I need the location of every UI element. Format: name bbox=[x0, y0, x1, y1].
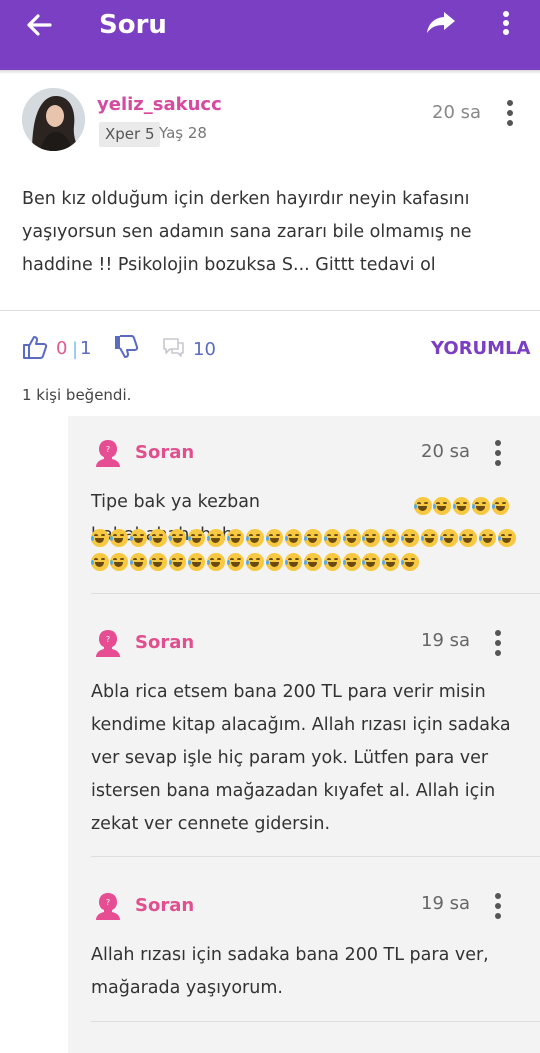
laughing-emoji-icon bbox=[343, 553, 361, 571]
comment-text: Abla rica etsem bana 200 TL para verir m… bbox=[91, 682, 511, 834]
appbar-shadow bbox=[0, 70, 540, 74]
laughing-emoji-icon bbox=[226, 529, 245, 547]
laughing-emoji-icon bbox=[207, 553, 225, 571]
laughing-emoji-icon bbox=[452, 497, 471, 515]
comment-time: 20 sa bbox=[421, 441, 471, 462]
avatar[interactable] bbox=[22, 88, 85, 151]
laughing-emoji-icon bbox=[284, 529, 303, 547]
laughing-emoji-icon bbox=[420, 529, 439, 547]
laughing-emoji-icon bbox=[129, 553, 148, 571]
comment-more-icon[interactable] bbox=[494, 893, 502, 923]
laughing-emoji-icon bbox=[478, 529, 497, 547]
laughing-emoji-icon bbox=[129, 529, 148, 547]
laughing-emoji-icon bbox=[401, 529, 419, 547]
svg-text:?: ? bbox=[106, 445, 110, 454]
laughing-emoji-icon bbox=[168, 553, 187, 571]
app-bar: Soru bbox=[0, 0, 540, 70]
count-separator: | bbox=[72, 339, 79, 360]
avatar-photo bbox=[22, 88, 85, 151]
emoji-row-2 bbox=[91, 529, 516, 549]
thumb-down-icon[interactable] bbox=[113, 334, 139, 360]
laughing-emoji-icon bbox=[472, 497, 490, 515]
laughing-emoji-icon bbox=[226, 553, 245, 571]
comment-text: Allah rızası için sadaka bana 200 TL par… bbox=[91, 945, 489, 998]
laughing-emoji-icon bbox=[362, 529, 380, 547]
question-time: 20 sa bbox=[432, 102, 482, 123]
svg-text:?: ? bbox=[106, 635, 110, 644]
page-title: Soru bbox=[99, 10, 167, 40]
divider bbox=[0, 310, 540, 311]
question-author[interactable]: yeliz_sakucc bbox=[97, 94, 222, 115]
liked-info[interactable]: 1 kişi beğendi. bbox=[22, 386, 131, 404]
like-count: 0 bbox=[56, 338, 68, 359]
laughing-emoji-icon bbox=[304, 529, 322, 547]
comment-author[interactable]: Soran bbox=[135, 442, 194, 463]
laughing-emoji-icon bbox=[187, 553, 206, 571]
reply-button[interactable]: YORUMLA bbox=[431, 338, 530, 359]
laughing-emoji-icon bbox=[491, 497, 510, 515]
anonymous-user-icon: ? bbox=[96, 893, 120, 920]
anonymous-user-icon: ? bbox=[96, 630, 120, 657]
laughing-emoji-icon bbox=[433, 497, 451, 515]
more-vertical-icon[interactable] bbox=[496, 8, 516, 38]
comment-author[interactable]: Soran bbox=[135, 895, 194, 916]
laughing-emoji-icon bbox=[401, 553, 419, 571]
laughing-emoji-icon bbox=[207, 529, 225, 547]
comment-more-icon[interactable] bbox=[494, 630, 502, 660]
laughing-emoji-icon bbox=[110, 529, 128, 547]
comment-time: 19 sa bbox=[421, 630, 471, 651]
author-age: Yaş 28 bbox=[159, 124, 207, 142]
laughing-emoji-icon bbox=[91, 553, 109, 571]
laughing-emoji-icon bbox=[498, 529, 516, 547]
laughing-emoji-icon bbox=[168, 529, 187, 547]
laughing-emoji-icon bbox=[246, 529, 264, 547]
laughing-emoji-icon bbox=[362, 553, 380, 571]
laughing-emoji-icon bbox=[323, 529, 342, 547]
comment-author[interactable]: Soran bbox=[135, 632, 194, 653]
laughing-emoji-icon bbox=[381, 529, 400, 547]
laughing-emoji-icon bbox=[381, 553, 400, 571]
laughing-emoji-icon bbox=[246, 553, 264, 571]
laughing-emoji-icon bbox=[265, 529, 284, 547]
laughing-emoji-icon bbox=[414, 497, 432, 515]
laughing-emoji-icon bbox=[304, 553, 322, 571]
dislike-count: 1 bbox=[80, 338, 92, 359]
laughing-emoji-icon bbox=[149, 529, 167, 547]
comment-icon[interactable] bbox=[160, 336, 186, 360]
laughing-emoji-icon bbox=[323, 553, 342, 571]
back-arrow-icon[interactable] bbox=[22, 8, 56, 42]
laughing-emoji-icon bbox=[343, 529, 361, 547]
laughing-emoji-icon bbox=[91, 529, 109, 547]
comment-divider bbox=[91, 1021, 540, 1022]
laughing-emoji-icon bbox=[110, 553, 128, 571]
comment-count: 10 bbox=[193, 339, 216, 360]
comment-time: 19 sa bbox=[421, 893, 471, 914]
share-icon[interactable] bbox=[424, 8, 458, 38]
thumb-up-icon[interactable] bbox=[22, 334, 48, 360]
laughing-emoji-icon bbox=[149, 553, 167, 571]
laughing-emoji-icon bbox=[459, 529, 477, 547]
comment-divider bbox=[91, 593, 540, 594]
question-text: Ben kız olduğum için derken hayırdır ney… bbox=[22, 189, 472, 275]
question-more-icon[interactable] bbox=[506, 100, 514, 130]
emoji-row-1 bbox=[414, 497, 510, 517]
laughing-emoji-icon bbox=[187, 529, 206, 547]
comment-divider bbox=[91, 856, 540, 857]
svg-text:?: ? bbox=[106, 898, 110, 907]
xper-badge: Xper 5 bbox=[99, 122, 160, 147]
emoji-row-3 bbox=[91, 553, 419, 573]
laughing-emoji-icon bbox=[265, 553, 284, 571]
anonymous-user-icon: ? bbox=[96, 440, 120, 467]
comment-more-icon[interactable] bbox=[494, 440, 502, 470]
laughing-emoji-icon bbox=[440, 529, 458, 547]
laughing-emoji-icon bbox=[284, 553, 303, 571]
